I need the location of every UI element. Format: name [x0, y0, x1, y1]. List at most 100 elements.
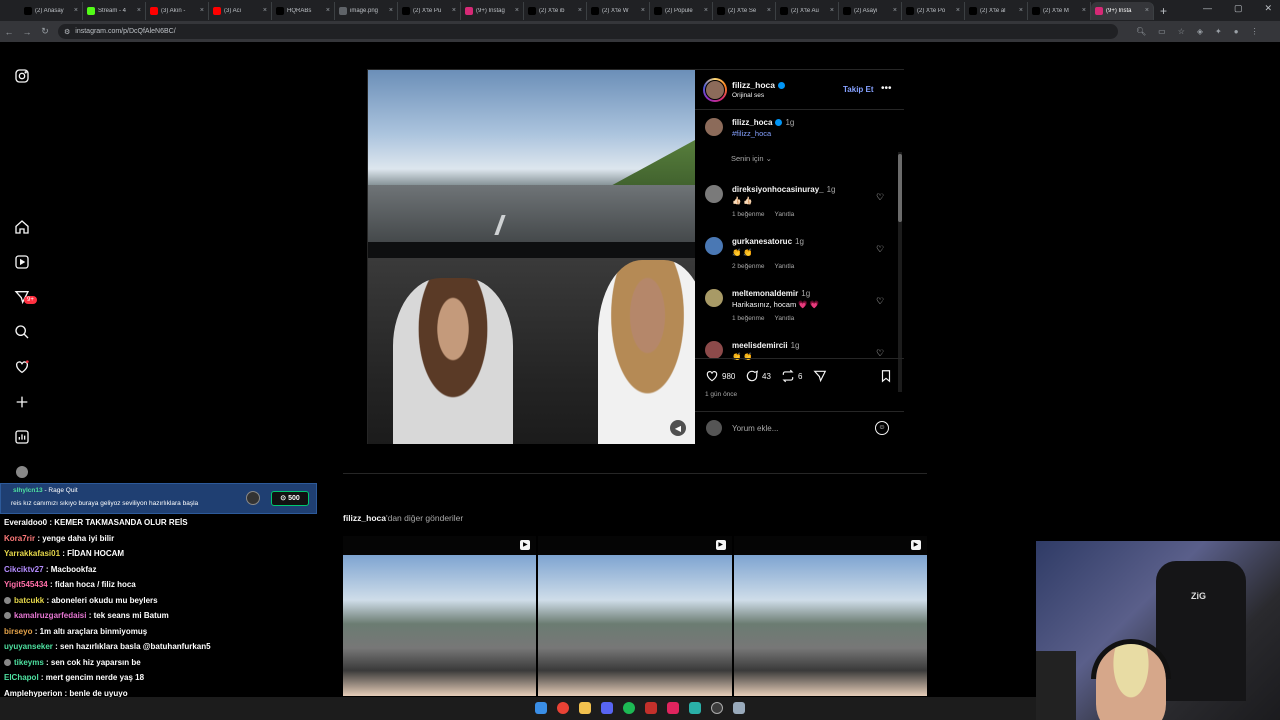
app-icon[interactable]: [733, 702, 745, 714]
bookmark-star-icon[interactable]: ☆: [1178, 27, 1185, 36]
scroll-thumb[interactable]: [898, 154, 902, 222]
commenter-avatar[interactable]: [705, 289, 723, 307]
commenter-avatar[interactable]: [705, 341, 723, 359]
emoji-icon[interactable]: ☺: [875, 421, 889, 435]
reels-icon[interactable]: [13, 253, 31, 271]
caption-hashtag[interactable]: #filizz_hoca: [732, 129, 771, 138]
app-icon[interactable]: [667, 702, 679, 714]
search-icon[interactable]: [13, 323, 31, 341]
browser-tab[interactable]: (2) X'te Pu ×: [398, 1, 461, 20]
tab-close-icon[interactable]: ×: [1145, 7, 1149, 14]
chat-username[interactable]: Cikciktv27: [4, 565, 44, 574]
chat-username[interactable]: Yarrakkafasi01: [4, 549, 60, 558]
author-username[interactable]: filizz_hoca: [732, 80, 785, 90]
url-field[interactable]: ⚙ instagram.com/p/DcQfAleN6BC/: [58, 24, 1118, 39]
forward-icon[interactable]: →: [18, 27, 36, 37]
post-thumbnail[interactable]: ▶: [538, 536, 732, 696]
browser-tab[interactable]: (2) X'te Po ×: [902, 1, 965, 20]
heart-icon[interactable]: [13, 358, 31, 376]
new-tab-button[interactable]: +: [1160, 4, 1167, 18]
browser-tab[interactable]: (3) Akın - ×: [146, 1, 209, 20]
chat-username[interactable]: uyuyanseker: [4, 642, 53, 651]
create-plus-icon[interactable]: [13, 393, 31, 411]
browser-tab[interactable]: (2) X'te ib ×: [524, 1, 587, 20]
commenter-username[interactable]: meelisdemircii 1g: [732, 341, 800, 350]
chat-username[interactable]: tikeyms: [14, 658, 44, 667]
reload-icon[interactable]: ↻: [36, 26, 54, 37]
browser-tab[interactable]: (2) X'te W ×: [587, 1, 650, 20]
reply-button[interactable]: Yanıtla: [775, 211, 795, 218]
commenter-username[interactable]: direksiyonhocasinuray_ 1g: [732, 185, 836, 194]
browser-tab[interactable]: (2) X'te al ×: [965, 1, 1028, 20]
browser-tab[interactable]: (9+) Insta ×: [1091, 1, 1154, 20]
tab-close-icon[interactable]: ×: [515, 7, 519, 14]
author-avatar[interactable]: [705, 118, 723, 136]
back-icon[interactable]: ←: [0, 27, 18, 37]
more-posts-user[interactable]: filizz_hoca: [343, 513, 386, 523]
app-icon[interactable]: [689, 702, 701, 714]
dashboard-icon[interactable]: [13, 428, 31, 446]
comment-like-icon[interactable]: ♡: [876, 244, 884, 255]
home-icon[interactable]: [13, 218, 31, 236]
start-icon[interactable]: [535, 702, 547, 714]
cast-icon[interactable]: ▭: [1158, 27, 1166, 36]
browser-tab[interactable]: image.png ×: [335, 1, 398, 20]
sort-dropdown[interactable]: Senin için ⌄: [731, 154, 772, 163]
close-window-icon[interactable]: ✕: [1264, 3, 1272, 14]
extension-icon[interactable]: ◈: [1197, 27, 1203, 36]
instagram-logo-icon[interactable]: [13, 67, 31, 85]
post-video[interactable]: ◀: [368, 70, 695, 444]
tab-close-icon[interactable]: ×: [641, 7, 645, 14]
tab-close-icon[interactable]: ×: [389, 7, 393, 14]
commenter-avatar[interactable]: [705, 237, 723, 255]
chat-username[interactable]: Everaldoo0: [4, 518, 47, 527]
app-icon[interactable]: [645, 702, 657, 714]
chat-username[interactable]: ElChapol: [4, 673, 39, 682]
browser-tab[interactable]: (3) Aci ×: [209, 1, 272, 20]
app-icon[interactable]: [711, 702, 723, 714]
chat-username[interactable]: batcukk: [14, 596, 44, 605]
tab-close-icon[interactable]: ×: [704, 7, 708, 14]
tab-close-icon[interactable]: ×: [452, 7, 456, 14]
tab-close-icon[interactable]: ×: [893, 7, 897, 14]
profile-avatar[interactable]: [13, 463, 31, 481]
extensions-puzzle-icon[interactable]: ✦: [1215, 27, 1222, 36]
chat-username[interactable]: birseyo: [4, 627, 32, 636]
chat-username[interactable]: Yigit545434: [4, 580, 48, 589]
file-explorer-icon[interactable]: [579, 702, 591, 714]
browser-tab[interactable]: (2) Asayi ×: [839, 1, 902, 20]
author-avatar[interactable]: [705, 80, 725, 100]
comment-likes[interactable]: 1 beğenme: [732, 211, 765, 218]
browser-tab[interactable]: (2) X'te Au ×: [776, 1, 839, 20]
browser-tab[interactable]: HQRABs ×: [272, 1, 335, 20]
post-thumbnail[interactable]: ▶: [733, 536, 927, 696]
post-thumbnail[interactable]: ▶: [343, 536, 537, 696]
chrome-icon[interactable]: [557, 702, 569, 714]
tab-close-icon[interactable]: ×: [200, 7, 204, 14]
tab-close-icon[interactable]: ×: [137, 7, 141, 14]
comment-like-icon[interactable]: ♡: [876, 296, 884, 307]
comment-like-icon[interactable]: ♡: [876, 192, 884, 203]
comment-input[interactable]: Yorum ekle...: [732, 424, 778, 433]
commenter-username[interactable]: meltemonaldemir 1g: [732, 289, 810, 298]
tab-close-icon[interactable]: ×: [263, 7, 267, 14]
reply-button[interactable]: Yanıtla: [775, 263, 795, 270]
audio-label[interactable]: Orijinal ses: [732, 92, 764, 99]
tab-close-icon[interactable]: ×: [830, 7, 834, 14]
chat-username[interactable]: kamalruzgarfedaisi: [14, 611, 86, 620]
reply-button[interactable]: Yanıtla: [775, 315, 795, 322]
follow-button[interactable]: Takip Et: [843, 85, 874, 94]
save-button[interactable]: [879, 369, 893, 383]
browser-tab[interactable]: Stream - 4 ×: [83, 1, 146, 20]
tab-close-icon[interactable]: ×: [956, 7, 960, 14]
browser-tab[interactable]: (2) Anasay ×: [20, 1, 83, 20]
like-button[interactable]: 980: [705, 369, 735, 383]
browser-tab[interactable]: (9+) Instag ×: [461, 1, 524, 20]
zoom-icon[interactable]: 🔍︎: [1136, 27, 1146, 36]
profile-avatar[interactable]: ●: [1234, 27, 1239, 36]
comments-scrollbar[interactable]: [898, 152, 902, 392]
menu-icon[interactable]: ⋮: [1251, 27, 1259, 36]
more-options-icon[interactable]: •••: [881, 83, 892, 94]
chat-username[interactable]: Kora7rir: [4, 534, 35, 543]
mute-icon[interactable]: ◀: [670, 420, 686, 436]
